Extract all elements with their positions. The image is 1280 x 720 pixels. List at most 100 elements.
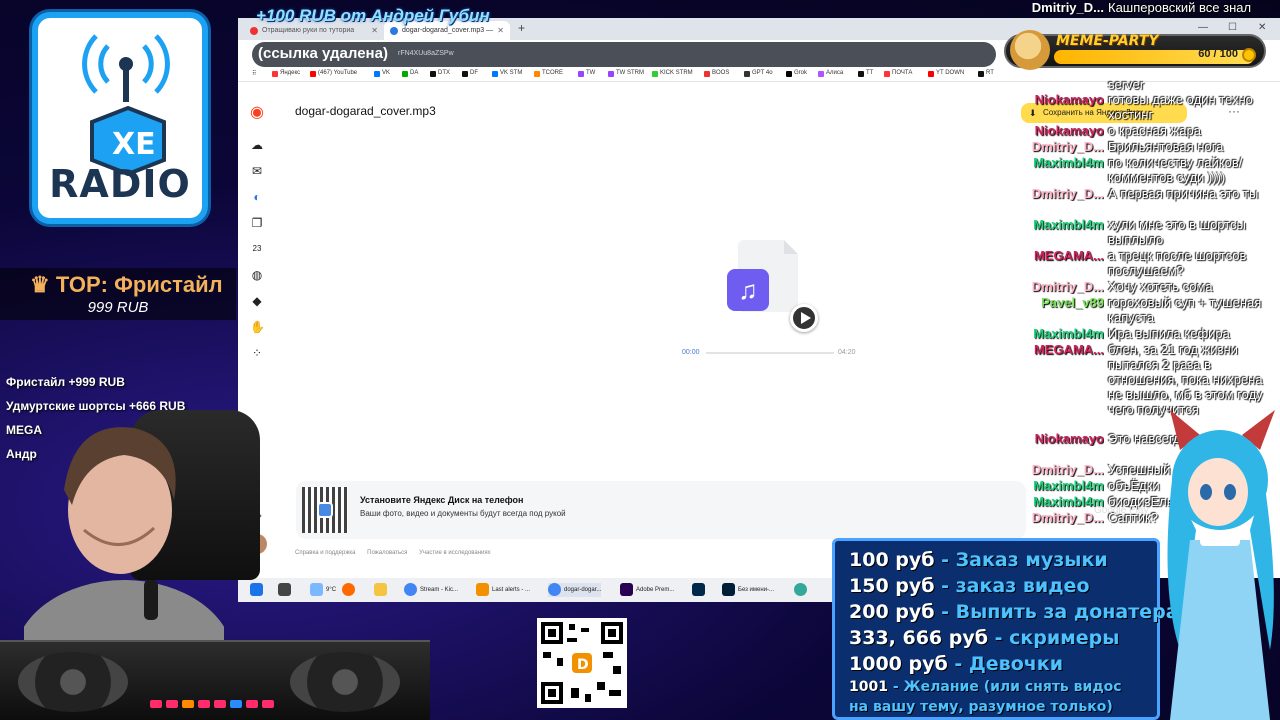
bookmark[interactable]: Grok xyxy=(786,70,807,77)
bookmark[interactable]: RT xyxy=(978,70,994,77)
footer-link[interactable]: Пожаловаться xyxy=(367,550,407,556)
url-field[interactable]: (ссылка удалена) rFN4XUu8aZSPw xyxy=(252,42,996,67)
calendar-icon[interactable]: 23 xyxy=(250,242,264,256)
top-donor-label: ♛ TOP: Фристайл xyxy=(30,272,223,298)
bookmark-label: Алиса xyxy=(826,70,844,76)
bookmark[interactable]: Алиса xyxy=(818,70,844,77)
price-amount: 200 руб xyxy=(849,601,935,623)
bookmark-icon xyxy=(534,71,540,77)
notes-icon[interactable]: ◆ xyxy=(250,294,264,308)
bookmark[interactable]: VK xyxy=(374,70,390,77)
chat-text: А первая причина это ты xyxy=(1108,186,1259,201)
premiere-icon xyxy=(620,583,633,596)
crown-icon: ♛ xyxy=(30,272,56,297)
chrome-icon xyxy=(404,583,417,596)
bookmark-icon xyxy=(652,71,658,77)
taskbar-item-active[interactable]: dogar-dogar... xyxy=(548,583,602,597)
taskbar-item-label: Stream - Kic... xyxy=(420,587,459,593)
taskbar-item-label: Adobe Prem... xyxy=(636,587,675,593)
pad xyxy=(182,700,194,708)
pad xyxy=(198,700,210,708)
close-icon[interactable]: ✕ xyxy=(497,21,504,40)
chat-text: гороховый суп + тушеная капуста xyxy=(1108,295,1262,325)
taskbar-item-label: Last alerts - ... xyxy=(492,587,531,593)
price-description: на вашу тему, разумное только) xyxy=(849,699,1113,715)
bookmark[interactable]: TW STRM xyxy=(608,70,644,77)
bookmark[interactable]: TT xyxy=(858,70,873,77)
taskbar-item[interactable]: Без имени-... xyxy=(722,583,774,597)
top-donor-amount: 999 RUB xyxy=(87,299,149,316)
bookmark-icon xyxy=(492,71,498,77)
chrome-icon xyxy=(548,583,561,596)
cloud-icon[interactable]: ☁ xyxy=(250,138,264,152)
price-row: 1000 руб - Девочки xyxy=(849,653,1063,675)
pad xyxy=(166,700,178,708)
chat-text: о красная жара xyxy=(1108,123,1201,138)
chat-nick: Maximbl4m xyxy=(1033,326,1104,341)
google-play-label: Google Play xyxy=(1094,505,1149,516)
bookmark[interactable]: BOOS xyxy=(704,70,730,77)
pad xyxy=(214,700,226,708)
taskbar-item-label: dogar-dogar... xyxy=(564,587,602,593)
file-title: dogar-dogarad_cover.mp3 xyxy=(295,104,436,118)
bookmark[interactable]: DTX xyxy=(430,70,450,77)
chat-nick: MEGAMA... xyxy=(1033,342,1104,357)
messenger-icon[interactable]: ◍ xyxy=(250,268,264,282)
svg-text:XE: XE xyxy=(112,127,156,162)
chat-nick: Dmitriy_D... xyxy=(1031,462,1104,477)
price-description: - скримеры xyxy=(988,627,1120,649)
windows-icon xyxy=(250,583,263,596)
bookmark[interactable]: YT DOWN xyxy=(928,70,965,77)
bookmark[interactable]: DF xyxy=(462,70,478,77)
disk-icon[interactable]: ◐ xyxy=(250,190,264,204)
chat-nick: Maximbl4m xyxy=(1033,155,1104,170)
taskbar-item[interactable]: Last alerts - ... xyxy=(476,583,530,597)
chat-text: а трецк после шортсов послушаем? xyxy=(1108,248,1247,278)
svg-text:D: D xyxy=(577,657,589,673)
weather-widget[interactable]: 9°C xyxy=(310,583,336,597)
bookmark-label: BOOS xyxy=(712,70,730,76)
bookmark[interactable]: TW xyxy=(578,70,596,77)
footer-link[interactable]: Справка и поддержка xyxy=(295,550,355,556)
bookmark[interactable]: DA xyxy=(402,70,419,77)
price-row: 200 руб - Выпить за донатера xyxy=(849,601,1179,623)
bookmark[interactable]: KICK STRM xyxy=(652,70,693,77)
top-donor-name: TOP: Фристайл xyxy=(55,272,223,297)
mail-icon[interactable]: ✉ xyxy=(250,164,264,178)
footer-links: Справка и поддержка Пожаловаться Участие… xyxy=(295,550,501,556)
bookmark[interactable]: (467) YouTube xyxy=(310,70,357,77)
price-description: - Выпить за донатера xyxy=(934,601,1179,623)
bookmark-label: TW xyxy=(586,70,596,76)
taskbar-item-label: Без имени-... xyxy=(738,587,775,593)
chat-nick: Niokamayo xyxy=(1034,123,1104,138)
weather-temp: 9°C xyxy=(326,587,337,593)
price-row: на вашу тему, разумное только) xyxy=(849,699,1113,715)
bookmark-label: YT DOWN xyxy=(936,70,965,76)
donation-banner: +100 RUB от Андрей Губин xyxy=(256,6,490,25)
bookmark[interactable]: Яндекс xyxy=(272,70,300,77)
bookmark[interactable]: VK STM xyxy=(492,70,522,77)
price-row: 100 руб - Заказ музыки xyxy=(849,549,1108,571)
bookmark[interactable]: GPT 4o xyxy=(744,70,773,77)
apps-grid-icon[interactable]: ⁘ xyxy=(250,346,264,360)
dj-controller xyxy=(0,640,430,720)
footer-link[interactable]: Участие в исследованиях xyxy=(419,550,491,556)
documents-icon[interactable]: ❐ xyxy=(250,216,264,230)
taskbar-item[interactable]: Stream - Kic... xyxy=(404,583,458,597)
price-amount: 100 руб xyxy=(849,549,935,571)
apps-icon[interactable]: ⠿ xyxy=(244,70,256,77)
new-tab-button[interactable]: + xyxy=(518,21,525,35)
bookmark[interactable]: TCORE xyxy=(534,70,563,77)
vtuber-avatar xyxy=(1167,410,1275,720)
yandex-logo-icon[interactable]: ◉ xyxy=(250,105,264,121)
chat-nick: Maximbl4m xyxy=(1033,478,1104,493)
donationalerts-icon xyxy=(476,583,489,596)
progress-bar[interactable] xyxy=(706,352,834,354)
play-button[interactable] xyxy=(790,304,818,332)
bookmark-label: TW STRM xyxy=(616,70,644,76)
bookmark-label: DA xyxy=(410,70,419,76)
telemost-icon[interactable]: ✋ xyxy=(250,320,265,334)
taskbar-item[interactable]: Adobe Prem... xyxy=(620,583,674,597)
bookmark-icon xyxy=(884,71,890,77)
bookmark[interactable]: ПОЧТА xyxy=(884,70,912,77)
